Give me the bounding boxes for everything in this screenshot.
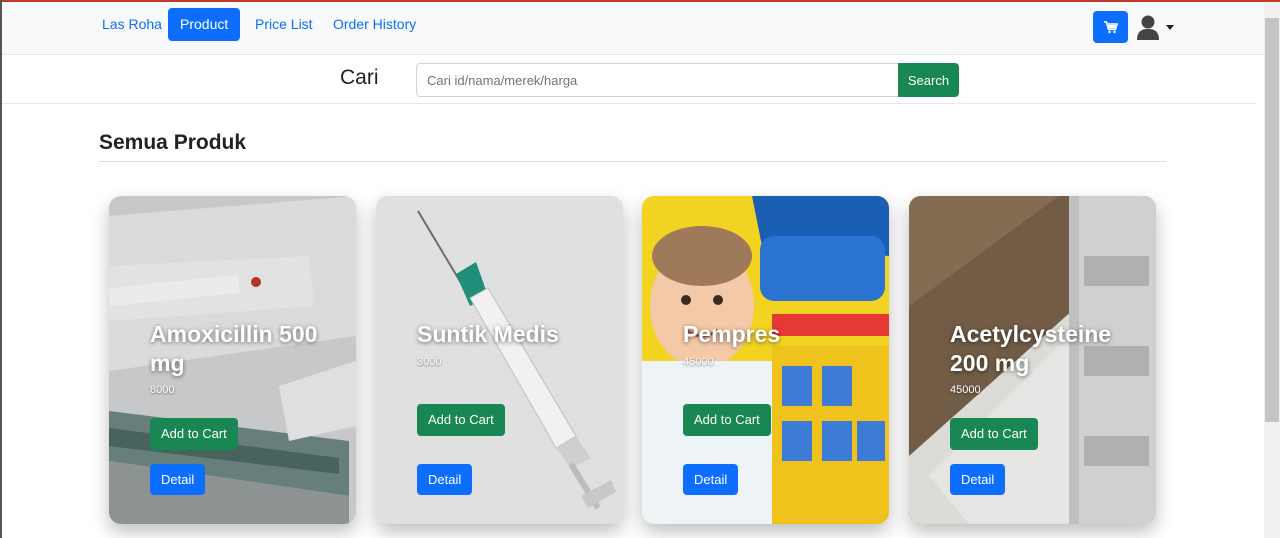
search-bar: Cari Search bbox=[2, 56, 1256, 104]
chevron-down-icon bbox=[1166, 24, 1174, 30]
product-card: Pempres 45000 Add to Cart Detail bbox=[642, 196, 889, 524]
nav-link-product[interactable]: Product bbox=[168, 8, 241, 41]
product-name: Pempres bbox=[683, 321, 781, 347]
product-card: Acetylcysteine 200 mg 45000 Add to Cart … bbox=[909, 196, 1156, 524]
product-card: Suntik Medis 3000 Add to Cart Detail bbox=[376, 196, 623, 524]
detail-button[interactable]: Detail bbox=[950, 464, 1006, 495]
navbar: Las Roha Product Price List Order Histor… bbox=[2, 2, 1264, 55]
cart-button[interactable] bbox=[1093, 11, 1128, 43]
product-price: 8000 bbox=[150, 384, 175, 396]
product-name: Amoxicillin 500 mg bbox=[150, 321, 318, 376]
product-price: 3000 bbox=[417, 356, 442, 368]
add-to-cart-button[interactable]: Add to Cart bbox=[683, 404, 771, 436]
section-divider bbox=[99, 161, 1166, 162]
detail-button[interactable]: Detail bbox=[417, 464, 473, 495]
product-name: Suntik Medis bbox=[417, 321, 559, 347]
add-to-cart-button[interactable]: Add to Cart bbox=[150, 418, 238, 450]
product-image-syringe bbox=[376, 196, 623, 524]
user-menu[interactable] bbox=[1136, 12, 1180, 42]
search-label: Cari bbox=[340, 66, 379, 89]
section-title: Semua Produk bbox=[99, 131, 247, 154]
detail-button[interactable]: Detail bbox=[150, 464, 206, 495]
product-name: Acetylcysteine 200 mg bbox=[950, 321, 1112, 376]
cart-icon bbox=[1103, 20, 1118, 33]
search-button[interactable]: Search bbox=[898, 63, 959, 97]
search-input[interactable] bbox=[416, 63, 899, 97]
nav-link-order-history[interactable]: Order History bbox=[321, 8, 428, 41]
detail-button[interactable]: Detail bbox=[683, 464, 739, 495]
scrollbar-thumb[interactable] bbox=[1265, 18, 1279, 422]
product-card: Amoxicillin 500 mg 8000 Add to Cart Deta… bbox=[109, 196, 356, 524]
product-image-diaper-package bbox=[642, 196, 889, 524]
nav-brand[interactable]: Las Roha bbox=[90, 8, 174, 41]
add-to-cart-button[interactable]: Add to Cart bbox=[950, 418, 1038, 450]
user-icon bbox=[1137, 15, 1159, 40]
nav-link-price-list[interactable]: Price List bbox=[243, 8, 325, 41]
add-to-cart-button[interactable]: Add to Cart bbox=[417, 404, 505, 436]
product-price: 45000 bbox=[683, 356, 714, 368]
product-price: 45000 bbox=[950, 384, 981, 396]
